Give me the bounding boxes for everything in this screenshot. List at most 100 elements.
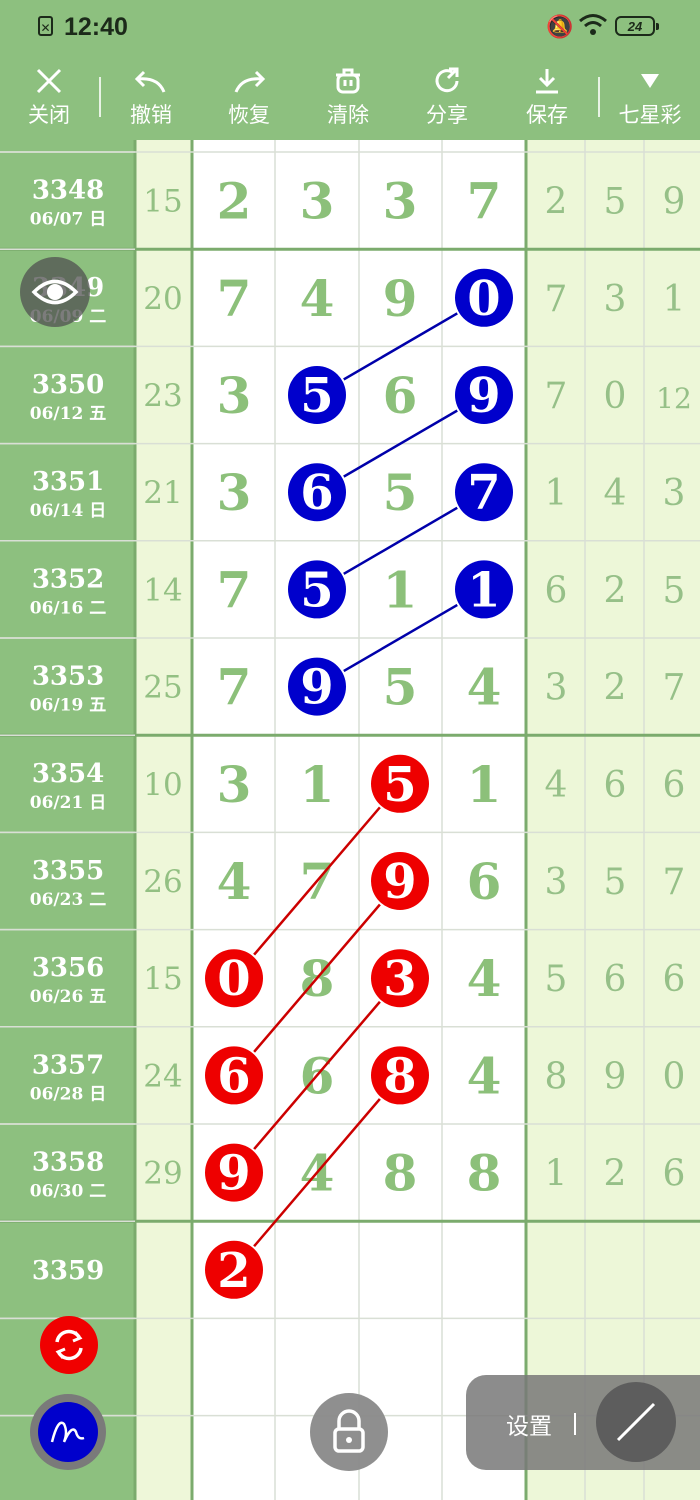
main-digit[interactable]: 9	[383, 269, 418, 328]
main-digit[interactable]: 1	[467, 755, 502, 814]
main-digit[interactable]: 6	[467, 852, 502, 911]
right-digit: 4	[545, 765, 568, 806]
line-tool-icon	[616, 1402, 656, 1442]
period-number: 3351	[32, 467, 104, 497]
clear-button[interactable]: 清除	[303, 55, 393, 140]
refresh-button[interactable]	[40, 1316, 98, 1374]
right-digit: 4	[604, 473, 627, 514]
right-digit: 2	[545, 182, 568, 223]
ball-digit: 5	[300, 562, 333, 618]
main-digit[interactable]: 3	[300, 172, 335, 231]
main-digit[interactable]: 3	[217, 755, 252, 814]
main-digit[interactable]: 1	[300, 755, 335, 814]
right-digit: 6	[604, 765, 627, 806]
ball-digit: 9	[300, 660, 333, 716]
right-digit: 6	[663, 765, 686, 806]
main-digit[interactable]: 8	[467, 1144, 502, 1203]
main-digit[interactable]: 8	[383, 1144, 418, 1203]
settings-button[interactable]: 设置	[506, 1407, 552, 1441]
sum-value: 24	[143, 1058, 182, 1094]
right-digit: 6	[545, 570, 568, 611]
right-digit: 1	[545, 1154, 568, 1195]
sum-value: 21	[143, 475, 182, 511]
share-button[interactable]: 分享	[402, 55, 492, 140]
close-button[interactable]: 关闭	[4, 55, 94, 140]
right-digit: 5	[545, 959, 568, 1000]
redo-label: 恢复	[228, 103, 270, 127]
dropdown-triangle-icon	[605, 59, 695, 101]
bell-muted-icon: 🔕	[546, 14, 574, 39]
period-date: 06/30 二	[30, 1182, 106, 1202]
lock-button[interactable]	[310, 1393, 388, 1471]
main-digit[interactable]: 5	[383, 463, 418, 522]
save-label: 保存	[526, 103, 568, 127]
right-digit: 5	[604, 862, 627, 903]
lottery-trend-grid[interactable]: 334806/07 日152337259334906/09 二207490731…	[0, 140, 700, 1500]
right-digit: 5	[604, 182, 627, 223]
main-digit[interactable]: 7	[217, 560, 252, 619]
settings-divider	[574, 1413, 576, 1435]
main-digit[interactable]: 7	[217, 269, 252, 328]
period-date: 06/23 二	[30, 890, 106, 910]
ball-digit: 3	[383, 951, 416, 1007]
refresh-icon	[55, 1329, 83, 1361]
download-icon	[502, 59, 592, 101]
sum-value: 15	[143, 184, 182, 220]
undo-button[interactable]: 撤销	[106, 55, 196, 140]
pen-tool-inner	[38, 1402, 98, 1462]
right-digit: 7	[545, 376, 568, 417]
right-digit: 1	[545, 473, 568, 514]
ball-digit: 0	[217, 951, 250, 1007]
pen-tool-button[interactable]	[30, 1394, 106, 1470]
close-label: 关闭	[28, 103, 70, 127]
main-digit[interactable]: 4	[217, 852, 252, 911]
main-digit[interactable]: 7	[467, 172, 502, 231]
main-digit[interactable]: 1	[383, 560, 418, 619]
main-digit[interactable]: 2	[217, 172, 252, 231]
right-digit: 6	[663, 959, 686, 1000]
right-digit: 8	[545, 1056, 568, 1097]
main-digit[interactable]: 3	[217, 366, 252, 425]
lottery-type-dropdown[interactable]: 七星彩	[605, 55, 695, 140]
period-date: 06/16 二	[30, 598, 106, 618]
right-digit: 9	[663, 182, 686, 223]
ball-digit: 9	[217, 1146, 250, 1202]
main-digit[interactable]: 7	[217, 658, 252, 717]
main-digit[interactable]: 5	[383, 658, 418, 717]
period-number: 3359	[32, 1256, 104, 1286]
main-digit[interactable]: 4	[467, 1046, 502, 1105]
ball-digit: 0	[467, 271, 500, 327]
right-digit: 2	[604, 570, 627, 611]
main-digit[interactable]: 3	[383, 172, 418, 231]
period-number: 3348	[32, 176, 104, 206]
ball-digit: 8	[383, 1048, 416, 1104]
main-digit[interactable]: 3	[217, 463, 252, 522]
status-bar: ✕ 12:40 🔕 24	[0, 0, 700, 55]
pen-scribble-icon	[50, 1421, 85, 1443]
close-icon	[4, 59, 94, 101]
sum-value: 10	[143, 767, 182, 803]
sum-column-bg	[135, 140, 192, 1500]
period-number: 3352	[32, 564, 104, 594]
right-digit: 7	[663, 668, 686, 709]
right-digit: 3	[545, 668, 568, 709]
ball-digit: 6	[300, 465, 333, 521]
redo-button[interactable]: 恢复	[204, 55, 294, 140]
period-column-bg	[0, 140, 135, 1500]
line-tool-button[interactable]	[596, 1382, 676, 1462]
right-digit: 12	[656, 382, 692, 415]
right-digit: 0	[604, 376, 627, 417]
main-digit[interactable]: 4	[467, 658, 502, 717]
lottery-type-label: 七星彩	[618, 103, 682, 127]
ball-digit: 2	[217, 1243, 250, 1299]
main-digit[interactable]: 4	[467, 949, 502, 1008]
period-date: 06/26 五	[30, 987, 106, 1007]
main-digit[interactable]: 4	[300, 269, 335, 328]
save-button[interactable]: 保存	[502, 55, 592, 140]
wifi-icon	[578, 12, 608, 45]
toggle-visibility-button[interactable]	[20, 257, 90, 327]
main-digit[interactable]: 6	[383, 366, 418, 425]
right-digit: 2	[604, 668, 627, 709]
period-date: 06/07 日	[30, 210, 106, 230]
sim-off-icon: ✕	[38, 16, 53, 36]
